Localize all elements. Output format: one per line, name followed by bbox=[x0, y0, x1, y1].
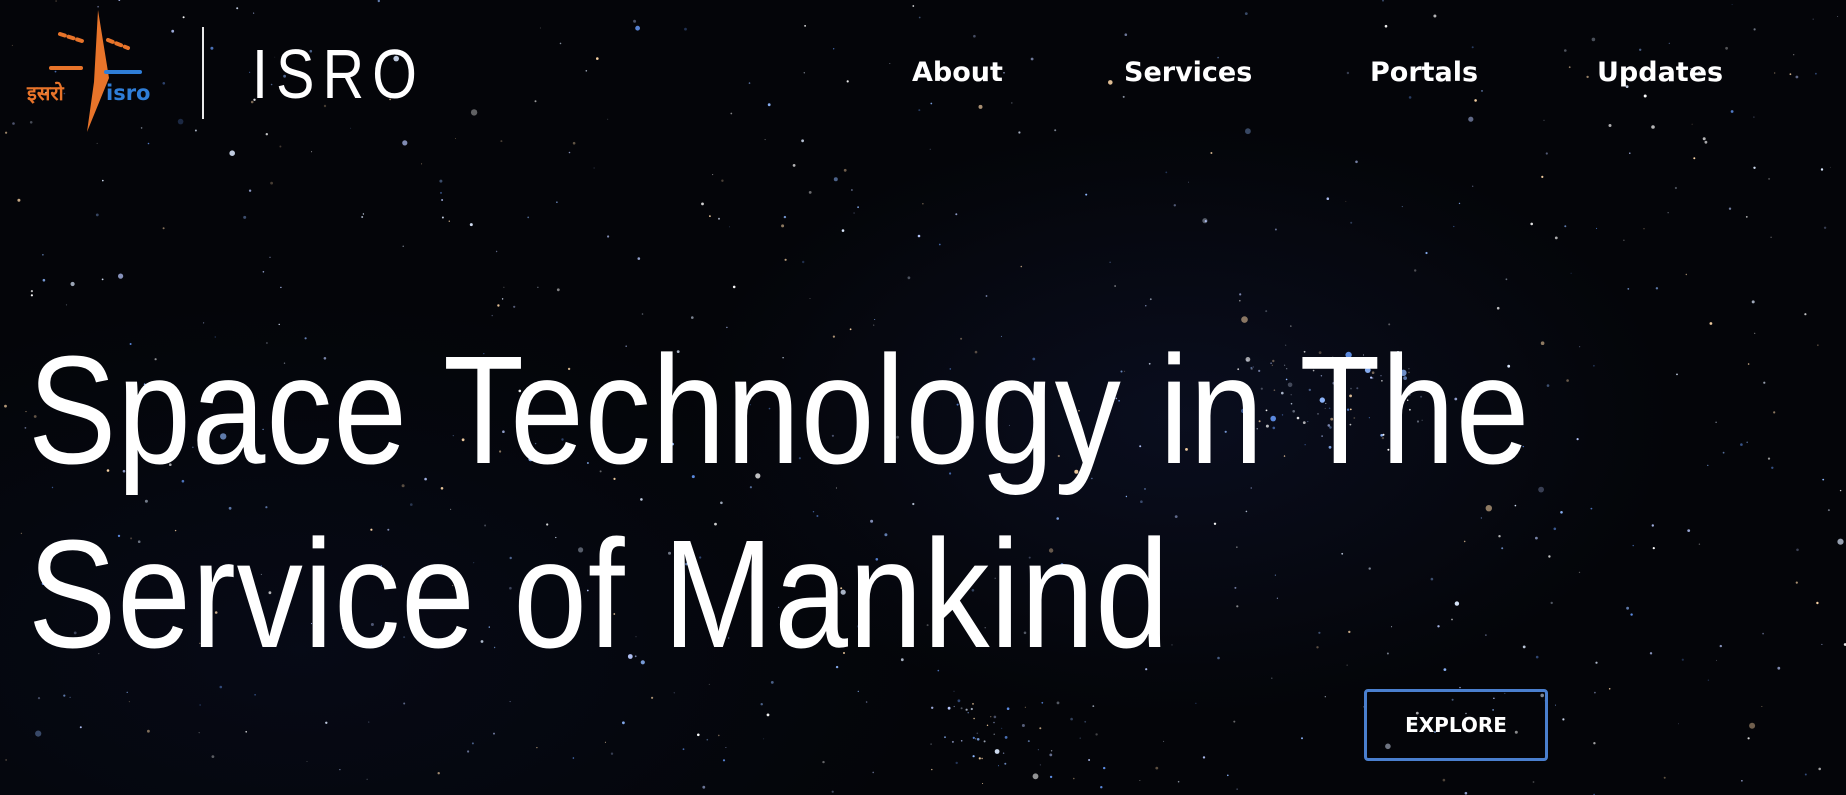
hero-title-line-2: Service of Mankind bbox=[28, 508, 1170, 680]
nav-item-portals[interactable]: Portals bbox=[1370, 53, 1478, 93]
site-header: इसरो isro ISRO About Services Portals Up… bbox=[0, 0, 1846, 140]
hero-title-line-1: Space Technology in The bbox=[28, 324, 1531, 496]
hero-title: Space Technology in The Service of Manki… bbox=[28, 318, 1531, 686]
nav-item-updates[interactable]: Updates bbox=[1597, 53, 1723, 93]
isro-landing-page: इसरो isro ISRO About Services Portals Up… bbox=[0, 0, 1846, 795]
explore-button[interactable]: EXPLORE bbox=[1364, 689, 1548, 761]
main-navigation: About Services Portals Updates bbox=[0, 53, 1846, 95]
nav-item-services[interactable]: Services bbox=[1124, 53, 1252, 93]
nav-item-about[interactable]: About bbox=[912, 53, 1003, 93]
